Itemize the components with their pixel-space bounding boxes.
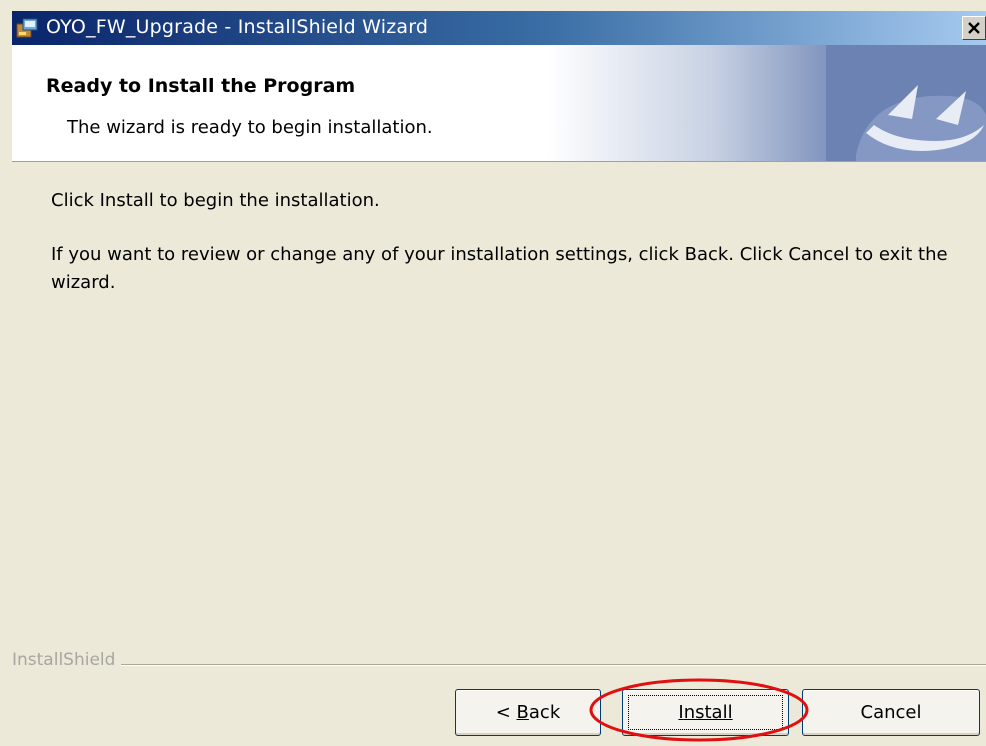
back-button-prefix: < [495,702,517,723]
close-button[interactable] [962,16,986,40]
info-text: If you want to review or change any of y… [51,244,948,293]
focus-rectangle [628,695,783,730]
install-button[interactable]: Install [622,689,789,736]
title-bar[interactable]: OYO_FW_Upgrade - InstallShield Wizard [12,11,986,45]
back-button-mnemonic: B [516,702,529,723]
back-button-label: ack [528,702,561,723]
page-title: Ready to Install the Program [46,75,356,97]
back-button[interactable]: < Back [455,689,601,736]
window-title: OYO_FW_Upgrade - InstallShield Wizard [46,16,429,38]
installshield-wizard-window: OYO_FW_Upgrade - InstallShield Wizard Re… [0,0,986,746]
page-subtitle: The wizard is ready to begin installatio… [67,117,433,138]
installshield-brand-label: InstallShield [12,650,122,670]
close-icon [968,22,980,34]
installshield-logo-icon [826,45,986,161]
installer-icon [16,18,38,38]
instruction-text: Click Install to begin the installation. [51,190,380,211]
footer-separator [12,664,986,666]
header-banner: Ready to Install the Program The wizard … [12,45,986,162]
cancel-button[interactable]: Cancel [802,689,980,736]
cancel-button-label: Cancel [860,702,922,723]
